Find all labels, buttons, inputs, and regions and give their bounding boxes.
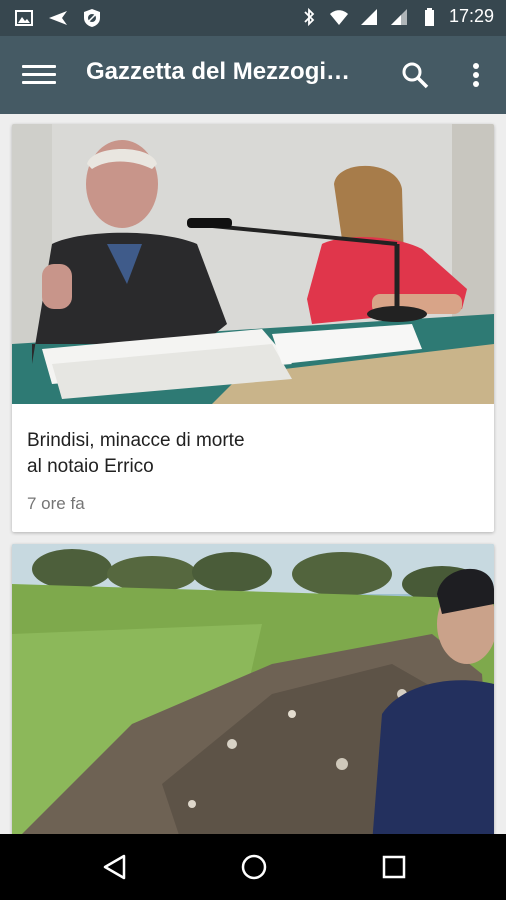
search-icon[interactable]	[400, 60, 430, 90]
home-icon[interactable]	[239, 852, 269, 882]
article-image	[12, 124, 494, 404]
article-card[interactable]: Brindisi, minacce di morte al notaio Err…	[12, 124, 494, 532]
back-icon[interactable]	[100, 852, 130, 882]
navigation-bar	[0, 834, 506, 900]
app-bar: Gazzetta del Mezzogi…	[0, 36, 506, 114]
wifi-icon	[329, 9, 348, 25]
signal-icon	[390, 8, 407, 25]
menu-icon[interactable]	[22, 60, 56, 90]
article-list[interactable]: Brindisi, minacce di morte al notaio Err…	[0, 114, 506, 834]
article-headline-line-2: al notaio Errico	[27, 456, 154, 477]
bluetooth-icon	[304, 7, 315, 26]
image-icon	[15, 10, 33, 26]
shield-icon	[84, 9, 100, 27]
article-time: 7 ore fa	[27, 494, 85, 513]
signal-icon	[360, 8, 377, 25]
article-headline: Brindisi, minacce di morte al notaio Err…	[27, 428, 467, 480]
article-headline-line-1: Brindisi, minacce di morte	[27, 430, 245, 451]
app-title: Gazzetta del Mezzogi…	[86, 58, 351, 85]
status-right-icons: 17:29	[299, 6, 494, 27]
article-image	[12, 544, 494, 834]
send-icon	[49, 11, 67, 25]
article-card[interactable]	[12, 544, 494, 834]
recents-icon[interactable]	[379, 852, 409, 882]
status-bar: 17:29	[0, 0, 506, 36]
battery-icon	[424, 7, 434, 26]
status-left-icons	[14, 8, 102, 28]
status-time: 17:29	[448, 6, 494, 26]
more-vert-icon[interactable]	[462, 60, 490, 90]
